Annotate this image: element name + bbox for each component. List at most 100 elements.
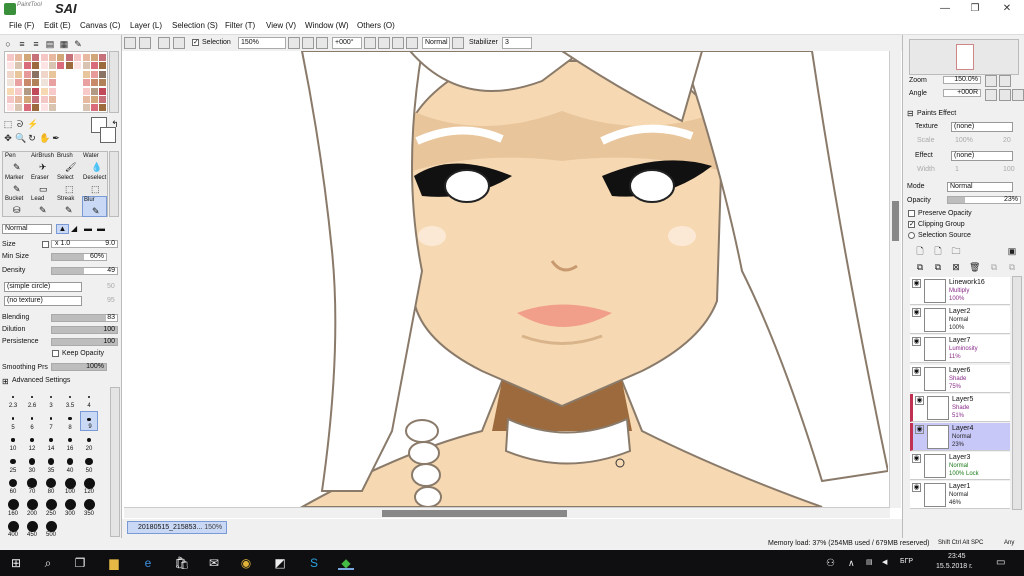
network-icon[interactable]: ▤ xyxy=(866,558,873,566)
color-swatch[interactable] xyxy=(57,79,65,87)
color-swatch[interactable] xyxy=(99,87,107,95)
color-swatch[interactable] xyxy=(91,62,98,70)
rotate-left-icon[interactable] xyxy=(364,37,376,49)
paints-effect-collapse-icon[interactable]: ⊟ xyxy=(907,109,914,118)
eyedropper-icon[interactable]: ✒ xyxy=(51,133,61,143)
color-swatch[interactable] xyxy=(99,70,107,78)
copy-layer-icon[interactable]: ⧉ xyxy=(915,262,925,272)
brush-tool-blur[interactable]: Blur ✎ xyxy=(82,196,107,217)
rotate-right-icon[interactable] xyxy=(378,37,390,49)
brush-size-preset[interactable]: 40 xyxy=(61,454,79,474)
swap-colors-icon[interactable]: ↰ xyxy=(110,119,120,129)
layer-item[interactable]: ◉ Linework16 Multiply 100% xyxy=(910,277,1010,305)
brush-size-preset[interactable]: 300 xyxy=(61,497,79,517)
color-swatch[interactable] xyxy=(49,70,56,78)
color-swatch[interactable] xyxy=(99,54,107,61)
photos-icon[interactable]: ◩ xyxy=(272,556,288,570)
scratchpad-icon[interactable]: ✎ xyxy=(73,39,83,49)
color-swatch[interactable] xyxy=(23,79,31,87)
drawing-canvas[interactable] xyxy=(122,50,902,519)
clear-layer-icon[interactable]: ⊠ xyxy=(951,262,961,272)
color-swatch[interactable] xyxy=(65,79,73,87)
brush-size-preset[interactable]: 7 xyxy=(42,411,60,431)
color-swatch[interactable] xyxy=(40,79,48,87)
navigator-preview[interactable] xyxy=(909,39,1019,75)
color-swatch[interactable] xyxy=(82,96,90,103)
flip-icon[interactable] xyxy=(406,37,418,49)
brush-size-preset[interactable]: 60 xyxy=(4,475,22,495)
nav-zoom-in-icon[interactable] xyxy=(999,75,1011,87)
rgb-slider-icon[interactable]: ≡ xyxy=(17,39,27,49)
pe-effect-select[interactable]: (none) xyxy=(951,151,1013,161)
hand-icon[interactable]: ✋ xyxy=(39,133,50,143)
color-swatch[interactable] xyxy=(7,104,14,112)
blend-mode-select[interactable]: Normal xyxy=(2,224,52,234)
layer-down-icon[interactable]: ⧉ xyxy=(1007,262,1017,272)
visibility-toggle-icon[interactable]: ◉ xyxy=(915,395,924,405)
color-swatch[interactable] xyxy=(23,87,31,95)
brush-size-preset[interactable]: 6 xyxy=(23,411,41,431)
color-swatch[interactable] xyxy=(74,104,82,112)
brush-size-preset[interactable]: 12 xyxy=(23,432,41,452)
menu-others[interactable]: Others (O) xyxy=(357,21,395,30)
color-swatch[interactable] xyxy=(74,87,82,95)
skype-icon[interactable]: S xyxy=(306,556,322,570)
color-swatch[interactable] xyxy=(82,62,90,70)
color-swatch[interactable] xyxy=(40,104,48,112)
color-swatch[interactable] xyxy=(23,54,31,61)
advanced-settings-label[interactable]: Advanced Settings xyxy=(12,377,70,384)
color-swatch[interactable] xyxy=(15,96,23,103)
color-swatch[interactable] xyxy=(82,87,90,95)
color-swatch[interactable] xyxy=(91,96,98,103)
nav-rotate-left-icon[interactable] xyxy=(985,89,997,101)
brush-size-preset[interactable]: 2.3 xyxy=(4,389,22,409)
brush-size-preset[interactable]: 2.6 xyxy=(23,389,41,409)
menu-canvas[interactable]: Canvas (C) xyxy=(80,21,120,30)
layer-opacity-slider[interactable]: 23% xyxy=(947,196,1021,204)
brush-size-preset[interactable]: 3.5 xyxy=(61,389,79,409)
brush-shape-select[interactable]: (simple circle) xyxy=(4,282,82,292)
shape-round-icon[interactable]: ◢ xyxy=(71,224,77,233)
stabilizer-select[interactable]: 3 xyxy=(502,37,532,49)
color-swatch[interactable] xyxy=(57,70,65,78)
size-presets-scrollbar[interactable] xyxy=(110,387,120,537)
new-linework-icon[interactable]: 🗋 xyxy=(933,246,943,256)
new-folder-icon[interactable]: 🗀 xyxy=(951,246,961,256)
color-swatch[interactable] xyxy=(32,79,40,87)
advanced-toggle-icon[interactable]: ⊞ xyxy=(2,377,9,386)
shape-sharp-icon[interactable]: ▲ xyxy=(56,224,69,234)
color-swatch[interactable] xyxy=(65,87,73,95)
color-swatch[interactable] xyxy=(65,54,73,61)
brush-size-preset[interactable]: 120 xyxy=(80,475,98,495)
mode-select[interactable]: Normal xyxy=(422,37,450,49)
magic-wand-icon[interactable]: ⚡ xyxy=(27,119,38,129)
color-swatch[interactable] xyxy=(99,104,107,112)
brush-size-preset[interactable]: 70 xyxy=(23,475,41,495)
zoom-out-icon[interactable] xyxy=(288,37,300,49)
rotate-reset-icon[interactable] xyxy=(392,37,404,49)
brush-size-preset[interactable]: 400 xyxy=(4,518,22,538)
color-swatch[interactable] xyxy=(91,79,98,87)
nav-zoom-field[interactable]: 150.0% xyxy=(943,76,981,84)
color-swatch[interactable] xyxy=(74,70,82,78)
visibility-toggle-icon[interactable]: ◉ xyxy=(912,454,921,464)
menu-window[interactable]: Window (W) xyxy=(305,21,349,30)
swatches-icon[interactable]: ▦ xyxy=(59,39,69,49)
persistence-slider[interactable]: 100 xyxy=(51,338,118,346)
brush-tool-select[interactable]: Select ⬚ xyxy=(56,175,81,196)
brush-grid-scrollbar[interactable] xyxy=(109,151,119,217)
nav-angle-field[interactable]: +000R xyxy=(943,89,981,97)
clipping-group-checkbox[interactable]: ✓ xyxy=(908,221,915,228)
rect-select-icon[interactable]: ⬚ xyxy=(3,119,13,129)
brush-tool-eraser[interactable]: Eraser ▭ xyxy=(30,175,55,196)
layer-item[interactable]: ◉ Layer1 Normal 46% xyxy=(910,481,1010,510)
layer-item[interactable]: ◉ Layer2 Normal 100% xyxy=(910,306,1010,335)
menu-view[interactable]: View (V) xyxy=(266,21,296,30)
people-icon[interactable]: ⚇ xyxy=(826,558,835,569)
secondary-color[interactable] xyxy=(100,127,116,143)
color-mixer-icon[interactable]: ▤ xyxy=(45,39,55,49)
brush-size-preset[interactable]: 9 xyxy=(80,410,98,431)
brush-size-preset[interactable]: 25 xyxy=(4,454,22,474)
document-tab[interactable]: 20180515_215853... 150% xyxy=(127,521,227,534)
color-swatch[interactable] xyxy=(32,62,40,70)
